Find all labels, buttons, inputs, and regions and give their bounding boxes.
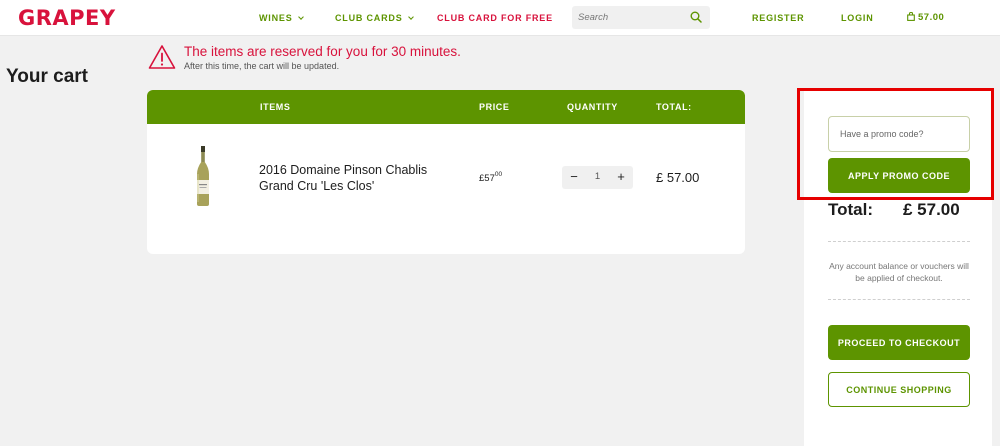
page-title: Your cart — [6, 66, 89, 87]
column-items: ITEMS — [260, 102, 291, 112]
row-total: £ 57.00 — [656, 170, 700, 185]
summary-total-label: Total: — [828, 200, 874, 219]
nav-wines[interactable]: WINES — [259, 13, 304, 23]
reservation-subnote: After this time, the cart will be update… — [184, 61, 340, 71]
apply-promo-code-button[interactable]: APPLY PROMO CODE — [828, 158, 970, 193]
register-link[interactable]: REGISTER — [752, 13, 804, 23]
nav-club-cards-label: CLUB CARDS — [335, 13, 403, 23]
quantity-stepper: − 1 + — [562, 166, 633, 189]
warning-icon — [148, 45, 176, 69]
receipt-edge — [804, 437, 992, 446]
plus-icon[interactable]: + — [613, 169, 629, 185]
product-name[interactable]: 2016 Domaine Pinson Chablis Grand Cru 'L… — [259, 162, 459, 194]
divider — [828, 241, 970, 242]
wine-bottle-image[interactable] — [195, 146, 211, 206]
quantity-value[interactable]: 1 — [589, 171, 606, 182]
search-box — [572, 6, 710, 29]
column-total: TOTAL: — [656, 102, 692, 112]
logo[interactable]: GRAPEY — [18, 6, 116, 30]
nav-club-cards[interactable]: CLUB CARDS — [335, 13, 414, 23]
summary-total-value: £ 57.00 — [903, 200, 960, 219]
shopping-bag-icon — [907, 11, 915, 21]
column-price: PRICE — [479, 102, 510, 112]
search-input[interactable] — [578, 10, 678, 25]
divider — [828, 299, 970, 300]
nav-club-card-for-free[interactable]: CLUB CARD FOR FREE — [437, 13, 553, 23]
product-price: £5700 — [479, 171, 503, 185]
balance-note: Any account balance or vouchers will be … — [829, 261, 969, 283]
header-cart-link[interactable]: 57.00 — [907, 11, 945, 23]
chevron-down-icon — [297, 14, 304, 20]
nav-wines-label: WINES — [259, 13, 293, 23]
cart-table-header: ITEMS PRICE QUANTITY TOTAL: — [147, 90, 745, 124]
promo-code-input[interactable] — [828, 116, 970, 152]
price-main: £57 — [479, 173, 495, 185]
login-link[interactable]: LOGIN — [841, 13, 874, 23]
price-cents: 00 — [494, 171, 503, 178]
continue-shopping-button[interactable]: CONTINUE SHOPPING — [828, 372, 970, 407]
site-header: GRAPEY WINES CLUB CARDS CLUB CARD FOR FR… — [0, 0, 1000, 36]
minus-icon[interactable]: − — [566, 169, 582, 185]
cart-table: ITEMS PRICE QUANTITY TOTAL: 2016 Domaine… — [147, 90, 745, 254]
search-icon[interactable] — [690, 11, 702, 23]
column-quantity: QUANTITY — [567, 102, 618, 112]
header-cart-total: 57.00 — [918, 12, 945, 23]
chevron-down-icon — [407, 14, 414, 20]
proceed-to-checkout-button[interactable]: PROCEED TO CHECKOUT — [828, 325, 970, 360]
reservation-notice: The items are reserved for you for 30 mi… — [184, 44, 461, 59]
